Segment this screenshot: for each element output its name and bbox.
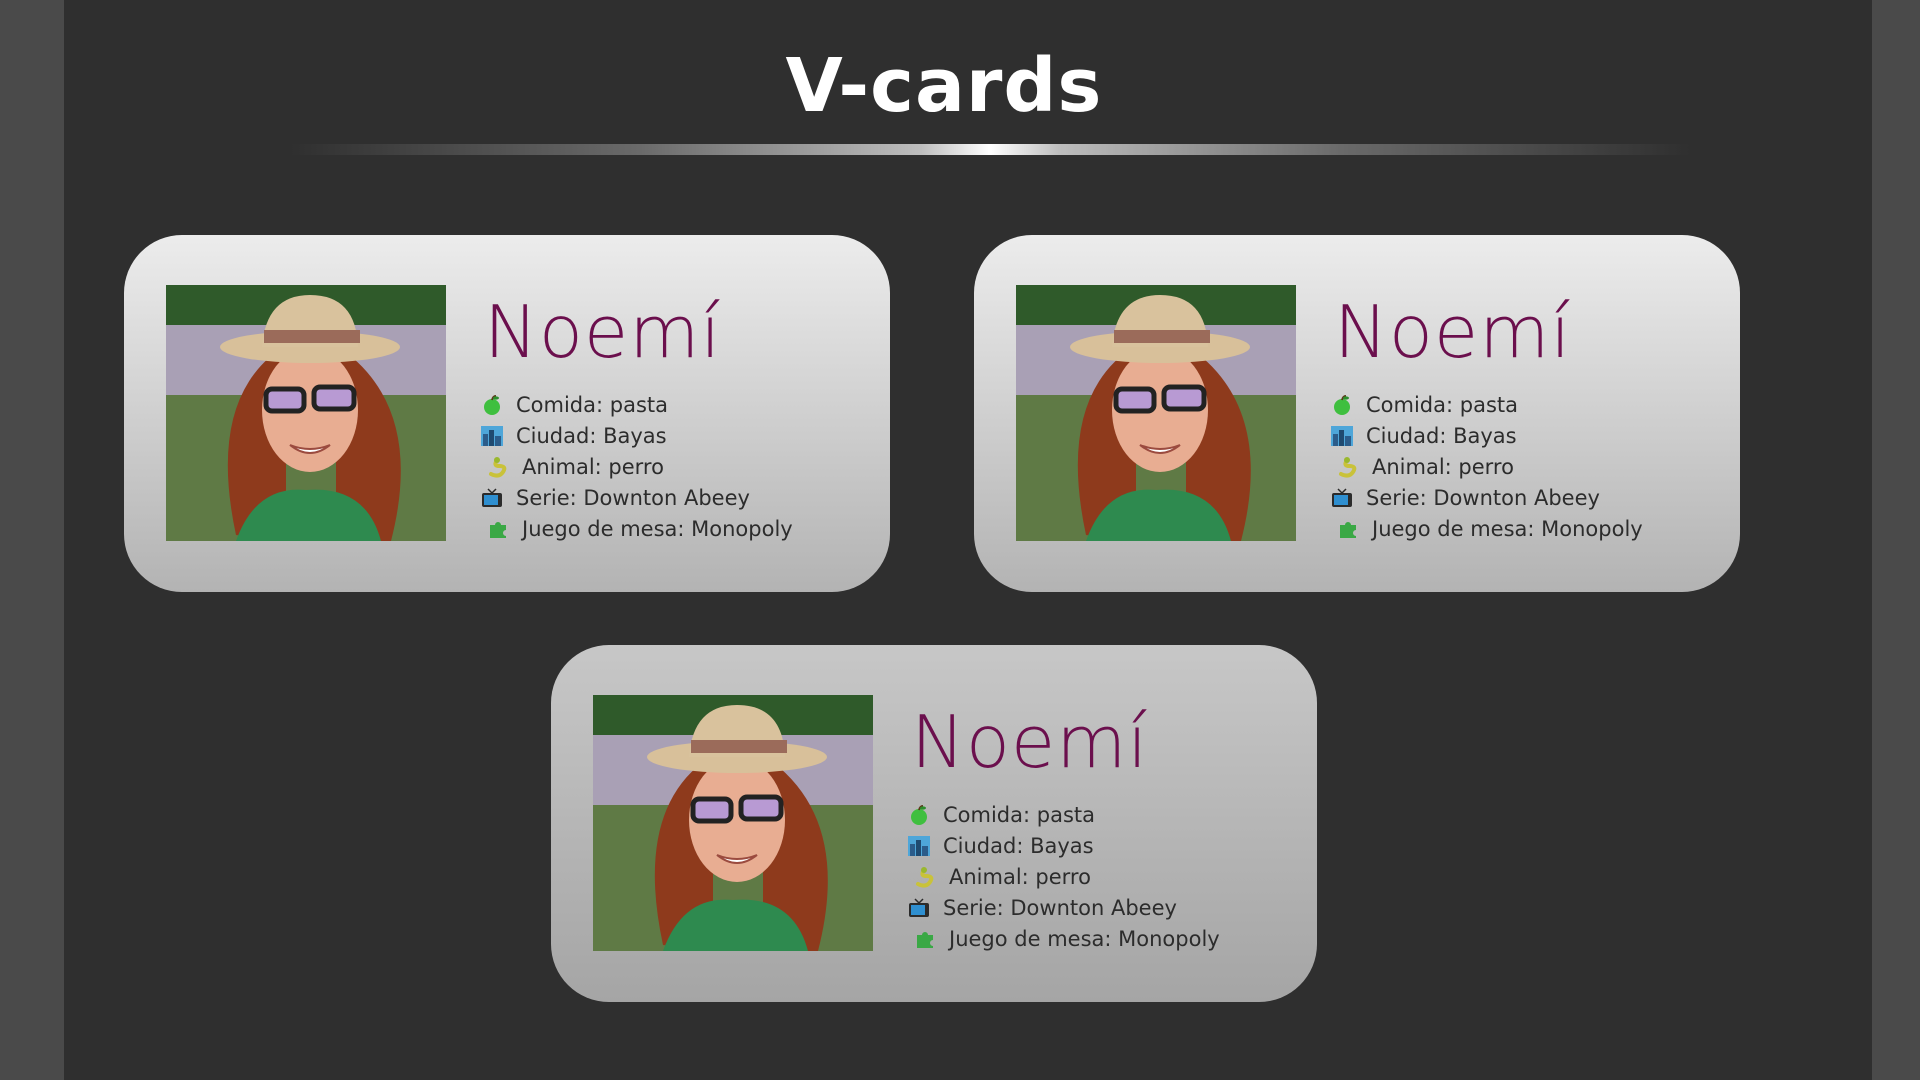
page-title: V-cards: [785, 43, 1103, 129]
fact-food: Comida: pasta: [1328, 389, 1643, 420]
television-icon: [478, 486, 506, 510]
card-name: Noemí: [911, 700, 1149, 784]
fact-boardgame: Juego de mesa: Monopoly: [478, 513, 793, 544]
cityscape-icon: [905, 834, 933, 858]
snake-icon: [911, 865, 939, 889]
card-name: Noemí: [1334, 290, 1572, 374]
fact-label: Animal: perro: [522, 454, 664, 479]
profile-photo: [166, 285, 446, 541]
fact-label: Comida: pasta: [943, 802, 1095, 827]
fact-label: Juego de mesa: Monopoly: [522, 516, 793, 541]
profile-photo: [593, 695, 873, 951]
fact-label: Juego de mesa: Monopoly: [1372, 516, 1643, 541]
fact-boardgame: Juego de mesa: Monopoly: [1328, 513, 1643, 544]
green-apple-icon: [478, 393, 506, 417]
fact-city: Ciudad: Bayas: [478, 420, 793, 451]
vcard: Noemí Comida: pasta Ciudad: Bayas Animal…: [551, 645, 1317, 1002]
fact-list: Comida: pasta Ciudad: Bayas Animal: perr…: [1328, 389, 1643, 544]
fact-label: Animal: perro: [1372, 454, 1514, 479]
snake-icon: [1334, 455, 1362, 479]
fact-food: Comida: pasta: [478, 389, 793, 420]
fact-city: Ciudad: Bayas: [905, 830, 1220, 861]
fact-list: Comida: pasta Ciudad: Bayas Animal: perr…: [478, 389, 793, 544]
fact-label: Serie: Downton Abeey: [1366, 485, 1600, 510]
fact-series: Serie: Downton Abeey: [478, 482, 793, 513]
fact-label: Ciudad: Bayas: [943, 833, 1094, 858]
puzzle-piece-icon: [484, 517, 512, 541]
puzzle-piece-icon: [911, 927, 939, 951]
fact-animal: Animal: perro: [1328, 451, 1643, 482]
fact-food: Comida: pasta: [905, 799, 1220, 830]
card-name: Noemí: [484, 290, 722, 374]
fact-label: Animal: perro: [949, 864, 1091, 889]
fact-label: Ciudad: Bayas: [1366, 423, 1517, 448]
green-apple-icon: [905, 803, 933, 827]
fact-animal: Animal: perro: [478, 451, 793, 482]
fact-label: Serie: Downton Abeey: [943, 895, 1177, 920]
fact-label: Comida: pasta: [1366, 392, 1518, 417]
fact-series: Serie: Downton Abeey: [905, 892, 1220, 923]
cityscape-icon: [478, 424, 506, 448]
television-icon: [905, 896, 933, 920]
page: V-cards Noemí Comida: pasta Ciudad: Baya…: [64, 0, 1872, 1080]
green-apple-icon: [1328, 393, 1356, 417]
fact-label: Serie: Downton Abeey: [516, 485, 750, 510]
title-divider: [290, 144, 1690, 155]
fact-label: Comida: pasta: [516, 392, 668, 417]
cityscape-icon: [1328, 424, 1356, 448]
fact-label: Ciudad: Bayas: [516, 423, 667, 448]
snake-icon: [484, 455, 512, 479]
fact-city: Ciudad: Bayas: [1328, 420, 1643, 451]
fact-list: Comida: pasta Ciudad: Bayas Animal: perr…: [905, 799, 1220, 954]
profile-photo: [1016, 285, 1296, 541]
fact-boardgame: Juego de mesa: Monopoly: [905, 923, 1220, 954]
vcard: Noemí Comida: pasta Ciudad: Bayas Animal…: [124, 235, 890, 592]
fact-series: Serie: Downton Abeey: [1328, 482, 1643, 513]
television-icon: [1328, 486, 1356, 510]
fact-animal: Animal: perro: [905, 861, 1220, 892]
fact-label: Juego de mesa: Monopoly: [949, 926, 1220, 951]
puzzle-piece-icon: [1334, 517, 1362, 541]
vcard: Noemí Comida: pasta Ciudad: Bayas Animal…: [974, 235, 1740, 592]
